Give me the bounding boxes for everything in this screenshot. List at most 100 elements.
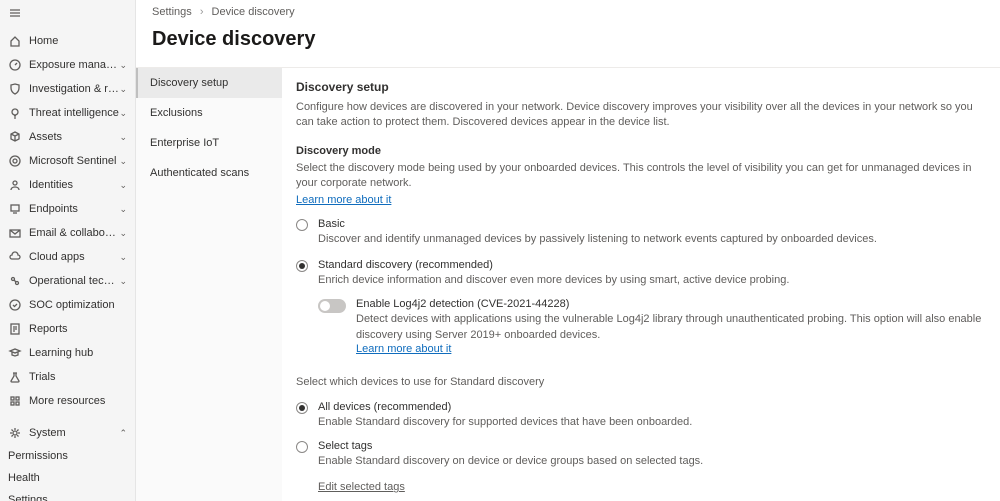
sidebar-item-label: Reports bbox=[29, 323, 127, 335]
radio-input-basic[interactable] bbox=[296, 219, 308, 231]
sidebar-item-microsoft-sentinel[interactable]: Microsoft Sentinel⌄ bbox=[0, 149, 135, 173]
sidebar-item-label: Operational technology bbox=[29, 275, 119, 287]
sidebar-item-label: Home bbox=[29, 35, 127, 47]
settings-panel: Discovery setup Configure how devices ar… bbox=[282, 68, 1000, 501]
subnav-item-enterprise-iot[interactable]: Enterprise IoT bbox=[136, 128, 282, 158]
radio-basic[interactable]: Basic Discover and identify unmanaged de… bbox=[296, 218, 986, 247]
bulb-icon bbox=[8, 106, 22, 120]
cloud-icon bbox=[8, 250, 22, 264]
subnav-item-exclusions[interactable]: Exclusions bbox=[136, 98, 282, 128]
sidebar-item-exposure-management[interactable]: Exposure management⌄ bbox=[0, 53, 135, 77]
sidebar-item-investigation-response[interactable]: Investigation & response⌄ bbox=[0, 77, 135, 101]
log4j-desc: Detect devices with applications using t… bbox=[356, 312, 986, 343]
sidebar-item-identities[interactable]: Identities⌄ bbox=[0, 173, 135, 197]
sidebar-item-endpoints[interactable]: Endpoints⌄ bbox=[0, 197, 135, 221]
page-title: Device discovery bbox=[136, 20, 1000, 67]
sidebar-item-soc-optimization[interactable]: SOC optimization bbox=[0, 293, 135, 317]
breadcrumb-root[interactable]: Settings bbox=[152, 6, 192, 18]
devices-section-label: Select which devices to use for Standard… bbox=[296, 375, 986, 390]
sidebar-item-system[interactable]: System⌃ bbox=[0, 421, 135, 445]
breadcrumb-current: Device discovery bbox=[212, 6, 295, 18]
sidebar-item-email-collaboration[interactable]: Email & collaboration⌄ bbox=[0, 221, 135, 245]
sidebar-item-trials[interactable]: Trials bbox=[0, 365, 135, 389]
hamburger-icon bbox=[8, 6, 22, 20]
radio-basic-desc: Discover and identify unmanaged devices … bbox=[318, 232, 986, 247]
cube-icon bbox=[8, 130, 22, 144]
gauge-icon bbox=[8, 58, 22, 72]
chevron-down-icon: ⌄ bbox=[119, 228, 127, 239]
chevron-right-icon: › bbox=[200, 6, 204, 18]
main-content: Settings › Device discovery Device disco… bbox=[136, 0, 1000, 501]
subnav: Discovery setupExclusionsEnterprise IoTA… bbox=[136, 68, 282, 501]
sidebar-item-label: Investigation & response bbox=[29, 83, 119, 95]
sidebar-item-label: Email & collaboration bbox=[29, 227, 119, 239]
sidebar-item-cloud-apps[interactable]: Cloud apps⌄ bbox=[0, 245, 135, 269]
sidebar-item-label: Threat intelligence bbox=[29, 107, 119, 119]
person-icon bbox=[8, 178, 22, 192]
learn-more-link[interactable]: Learn more about it bbox=[296, 194, 391, 206]
chevron-down-icon: ⌄ bbox=[119, 84, 127, 95]
sidebar-item-operational-technology[interactable]: Operational technology⌄ bbox=[0, 269, 135, 293]
learn-icon bbox=[8, 346, 22, 360]
endpoint-icon bbox=[8, 202, 22, 216]
menu-toggle[interactable] bbox=[0, 0, 135, 29]
sidebar-item-settings[interactable]: Settings bbox=[0, 489, 135, 501]
panel-heading: Discovery setup bbox=[296, 80, 986, 94]
chevron-down-icon: ⌄ bbox=[119, 156, 127, 167]
chevron-down-icon: ⌄ bbox=[119, 108, 127, 119]
sidebar-item-label: SOC optimization bbox=[29, 299, 127, 311]
sidebar-item-home[interactable]: Home bbox=[0, 29, 135, 53]
sidebar-item-threat-intelligence[interactable]: Threat intelligence⌄ bbox=[0, 101, 135, 125]
log4j-toggle[interactable] bbox=[318, 299, 346, 313]
discovery-mode-desc: Select the discovery mode being used by … bbox=[296, 161, 986, 192]
ot-icon bbox=[8, 274, 22, 288]
radio-standard-title: Standard discovery (recommended) bbox=[318, 259, 986, 271]
chevron-up-icon: ⌃ bbox=[119, 428, 127, 439]
home-icon bbox=[8, 34, 22, 48]
chevron-down-icon: ⌄ bbox=[119, 276, 127, 287]
chevron-down-icon: ⌄ bbox=[119, 252, 127, 263]
discovery-mode-label: Discovery mode bbox=[296, 145, 986, 157]
sidebar-item-label: Cloud apps bbox=[29, 251, 119, 263]
chevron-down-icon: ⌄ bbox=[119, 60, 127, 71]
chevron-down-icon: ⌄ bbox=[119, 132, 127, 143]
radio-all-devices-title: All devices (recommended) bbox=[318, 401, 986, 413]
log4j-row: Enable Log4j2 detection (CVE-2021-44228)… bbox=[318, 298, 986, 355]
radio-standard-desc: Enrich device information and discover e… bbox=[318, 273, 986, 288]
radio-input-standard[interactable] bbox=[296, 260, 308, 272]
sentinel-icon bbox=[8, 154, 22, 168]
subnav-item-authenticated-scans[interactable]: Authenticated scans bbox=[136, 158, 282, 188]
radio-all-devices[interactable]: All devices (recommended) Enable Standar… bbox=[296, 401, 986, 430]
radio-standard[interactable]: Standard discovery (recommended) Enrich … bbox=[296, 259, 986, 355]
edit-selected-tags-link[interactable]: Edit selected tags bbox=[318, 481, 405, 493]
sidebar-item-health[interactable]: Health bbox=[0, 467, 135, 489]
subnav-item-discovery-setup[interactable]: Discovery setup bbox=[136, 68, 282, 98]
sidebar-item-label: Trials bbox=[29, 371, 127, 383]
radio-input-select-tags[interactable] bbox=[296, 441, 308, 453]
flask-icon bbox=[8, 370, 22, 384]
soc-icon bbox=[8, 298, 22, 312]
radio-select-tags-title: Select tags bbox=[318, 440, 986, 452]
sidebar-item-label: Identities bbox=[29, 179, 119, 191]
log4j-title: Enable Log4j2 detection (CVE-2021-44228) bbox=[356, 298, 986, 310]
breadcrumb: Settings › Device discovery bbox=[136, 0, 1000, 20]
sidebar-item-label: Microsoft Sentinel bbox=[29, 155, 119, 167]
sidebar-item-reports[interactable]: Reports bbox=[0, 317, 135, 341]
radio-all-devices-desc: Enable Standard discovery for supported … bbox=[318, 415, 986, 430]
sidebar-item-label: Learning hub bbox=[29, 347, 127, 359]
sidebar-item-label: Assets bbox=[29, 131, 119, 143]
log4j-learn-more-link[interactable]: Learn more about it bbox=[356, 343, 451, 355]
sidebar-item-label: Exposure management bbox=[29, 59, 119, 71]
chevron-down-icon: ⌄ bbox=[119, 180, 127, 191]
radio-select-tags[interactable]: Select tags Enable Standard discovery on… bbox=[296, 440, 986, 469]
sidebar-item-learning-hub[interactable]: Learning hub bbox=[0, 341, 135, 365]
sidebar-item-more-resources[interactable]: More resources bbox=[0, 389, 135, 413]
sidebar-item-label: Endpoints bbox=[29, 203, 119, 215]
radio-input-all-devices[interactable] bbox=[296, 402, 308, 414]
report-icon bbox=[8, 322, 22, 336]
sidebar-item-assets[interactable]: Assets⌄ bbox=[0, 125, 135, 149]
sidebar-item-permissions[interactable]: Permissions bbox=[0, 445, 135, 467]
gear-icon bbox=[8, 426, 22, 440]
mail-icon bbox=[8, 226, 22, 240]
radio-basic-title: Basic bbox=[318, 218, 986, 230]
